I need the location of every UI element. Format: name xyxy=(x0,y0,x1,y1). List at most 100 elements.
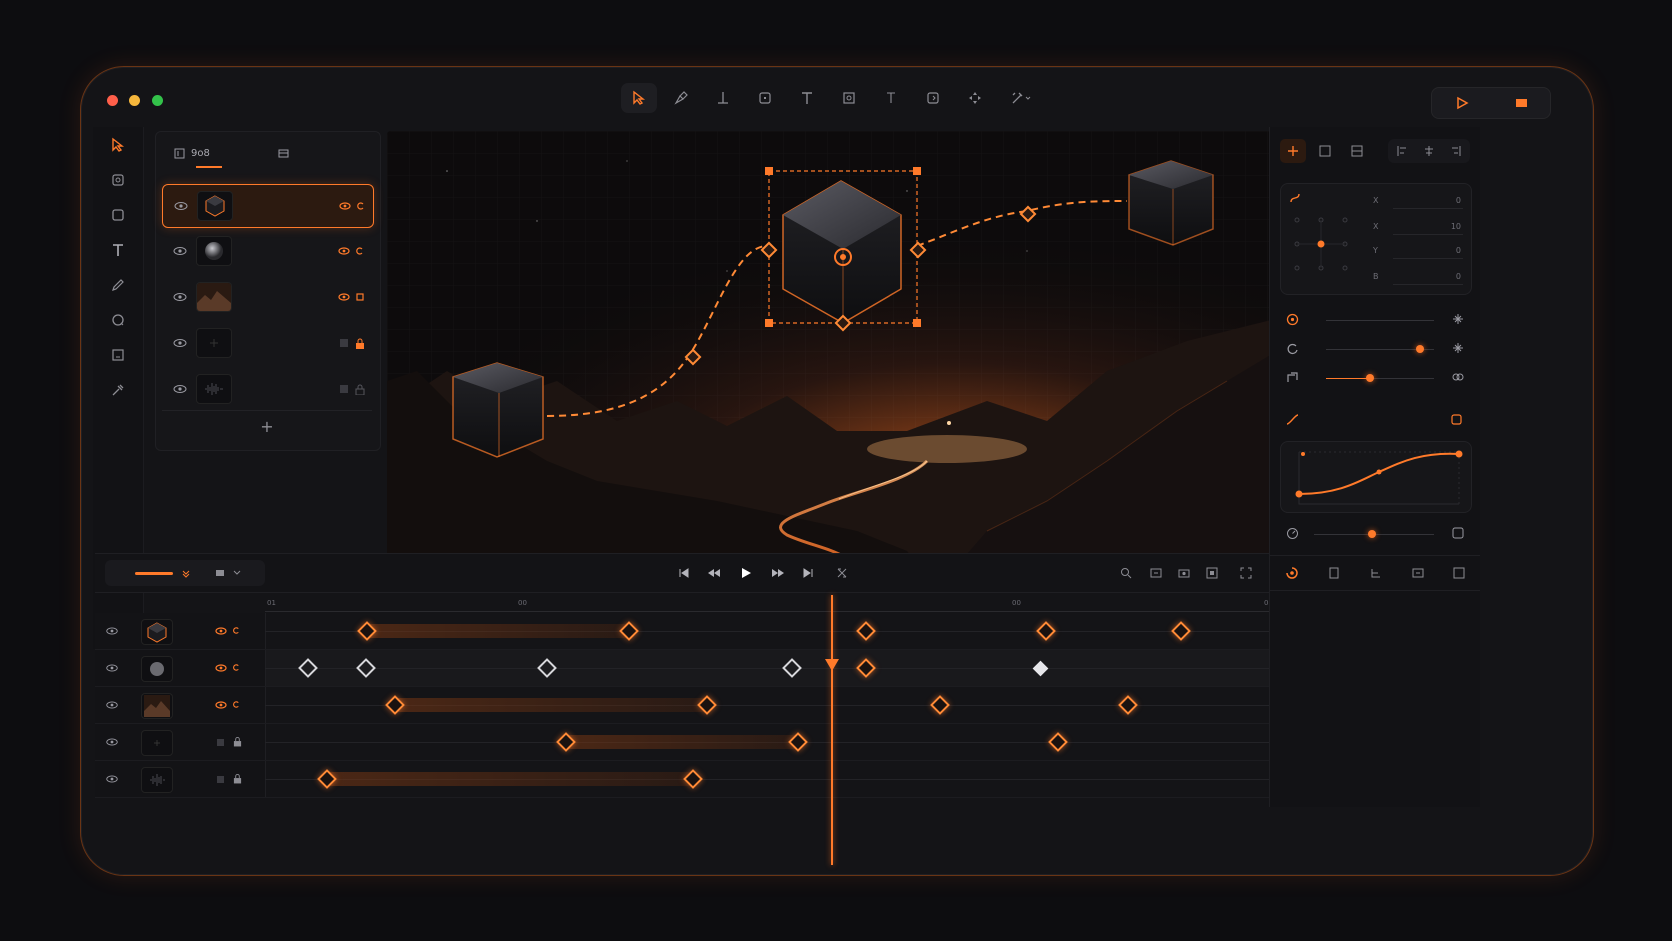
transform-tab[interactable] xyxy=(1280,139,1306,163)
zoom-button[interactable] xyxy=(1115,562,1137,584)
keyframe[interactable] xyxy=(1048,732,1068,752)
cube-left[interactable] xyxy=(452,362,544,458)
layer-row-sphere[interactable] xyxy=(162,230,372,272)
crop-tool[interactable] xyxy=(93,162,143,197)
eye-icon[interactable] xyxy=(105,772,119,786)
eye-icon[interactable] xyxy=(172,381,188,397)
keyframe-span[interactable] xyxy=(326,772,692,786)
layer-row-light[interactable] xyxy=(162,322,372,364)
select-tool[interactable] xyxy=(93,127,143,162)
text-tool-button[interactable] xyxy=(789,83,825,113)
record-button[interactable] xyxy=(1201,562,1223,584)
layer-row-audio[interactable] xyxy=(162,368,372,410)
align-left-icon[interactable] xyxy=(1396,145,1408,157)
anchor-grid[interactable] xyxy=(1291,214,1351,274)
layout-tab[interactable] xyxy=(1344,139,1370,163)
playhead[interactable] xyxy=(831,595,833,865)
panel-icon[interactable] xyxy=(1453,567,1465,579)
text-tool[interactable] xyxy=(93,232,143,267)
loop-button[interactable] xyxy=(831,562,853,584)
rotate-tool-button[interactable] xyxy=(915,83,951,113)
visibility-toggle-icon[interactable] xyxy=(215,662,227,674)
select-tool-button[interactable] xyxy=(621,83,657,113)
speed-slider-knob[interactable] xyxy=(1368,530,1376,538)
playhead-handle[interactable] xyxy=(825,659,839,671)
magic-tool-button[interactable] xyxy=(999,83,1043,113)
visibility-toggle-icon[interactable] xyxy=(338,245,350,257)
link-icon[interactable] xyxy=(355,292,365,302)
visibility-toggle-icon[interactable] xyxy=(339,200,351,212)
export-icon[interactable] xyxy=(1412,567,1424,579)
document-icon[interactable] xyxy=(1328,567,1340,579)
eye-icon[interactable] xyxy=(105,624,119,638)
layer-row-mountain[interactable] xyxy=(162,276,372,318)
eye-icon[interactable] xyxy=(172,335,188,351)
keyframe[interactable] xyxy=(856,658,876,678)
link-icon[interactable] xyxy=(1452,371,1464,383)
move-tool-button[interactable] xyxy=(957,83,993,113)
keyframe[interactable] xyxy=(1036,621,1056,641)
fullscreen-button[interactable] xyxy=(1235,562,1257,584)
easing-curve[interactable] xyxy=(1281,442,1471,512)
timeline-track[interactable] xyxy=(95,687,1345,724)
link-icon[interactable] xyxy=(356,201,366,211)
eye-icon[interactable] xyxy=(172,243,188,259)
rewind-button[interactable] xyxy=(703,562,725,584)
keyframe[interactable] xyxy=(1118,695,1138,715)
minimize-window-button[interactable] xyxy=(129,95,140,106)
keyframe[interactable] xyxy=(1032,660,1049,677)
cube-right[interactable] xyxy=(1128,160,1214,246)
frame-tab[interactable] xyxy=(1312,139,1338,163)
transform-tool-button[interactable] xyxy=(831,83,867,113)
link-icon[interactable] xyxy=(355,246,365,256)
eyedropper-tool[interactable] xyxy=(93,372,143,407)
keyframe[interactable] xyxy=(298,658,318,678)
fast-forward-button[interactable] xyxy=(767,562,789,584)
timeline-track[interactable] xyxy=(95,613,1345,650)
layer-row-cube[interactable] xyxy=(162,184,374,228)
timeline-ruler[interactable]: 01 00 00 00 xyxy=(265,597,1345,612)
eye-icon[interactable] xyxy=(105,698,119,712)
snap-button[interactable] xyxy=(1145,562,1167,584)
keyframe[interactable] xyxy=(930,695,950,715)
scale-slider-knob[interactable] xyxy=(1366,374,1374,382)
keyframe-span[interactable] xyxy=(366,624,628,638)
timeline-track[interactable] xyxy=(95,761,1345,798)
align-right-icon[interactable] xyxy=(1450,145,1462,157)
rectangle-tool[interactable] xyxy=(93,197,143,232)
keyframe-span[interactable] xyxy=(565,735,797,749)
run-button[interactable] xyxy=(1432,88,1491,118)
hierarchy-icon[interactable] xyxy=(1370,567,1382,579)
keyframe-span[interactable] xyxy=(394,698,706,712)
anchor-tool-button[interactable] xyxy=(705,83,741,113)
opacity-slider-knob[interactable] xyxy=(1416,345,1424,353)
settings-tab[interactable] xyxy=(278,138,289,168)
align-center-icon[interactable] xyxy=(1423,145,1435,157)
layers-tab[interactable]: 9o8 xyxy=(174,138,210,168)
sparkle-icon[interactable] xyxy=(1452,342,1464,354)
lock-icon[interactable] xyxy=(233,736,242,747)
x-field[interactable]: 0 xyxy=(1393,194,1463,209)
camera-button[interactable] xyxy=(1173,562,1195,584)
link-icon[interactable] xyxy=(232,626,241,635)
close-window-button[interactable] xyxy=(107,95,118,106)
timeline-track[interactable] xyxy=(95,724,1345,761)
visibility-toggle-icon[interactable] xyxy=(338,291,350,303)
timeline-mode-selector[interactable] xyxy=(105,560,265,586)
lock-icon[interactable] xyxy=(355,338,365,349)
canvas-viewport[interactable] xyxy=(387,131,1339,577)
link-icon[interactable] xyxy=(232,700,241,709)
width-field[interactable]: 10 xyxy=(1393,220,1463,235)
reset-icon[interactable] xyxy=(1450,413,1463,426)
keyframe[interactable] xyxy=(356,658,376,678)
effects-icon[interactable] xyxy=(1285,566,1299,580)
add-layer-button[interactable]: + xyxy=(162,410,372,441)
eye-icon[interactable] xyxy=(105,735,119,749)
pen-tool-button[interactable] xyxy=(663,83,699,113)
expand-icon[interactable] xyxy=(1452,527,1464,539)
eye-icon[interactable] xyxy=(105,661,119,675)
link-icon[interactable] xyxy=(232,663,241,672)
stop-button[interactable] xyxy=(1491,88,1550,118)
visibility-toggle-icon[interactable] xyxy=(215,625,227,637)
sparkle-icon[interactable] xyxy=(1452,313,1464,325)
